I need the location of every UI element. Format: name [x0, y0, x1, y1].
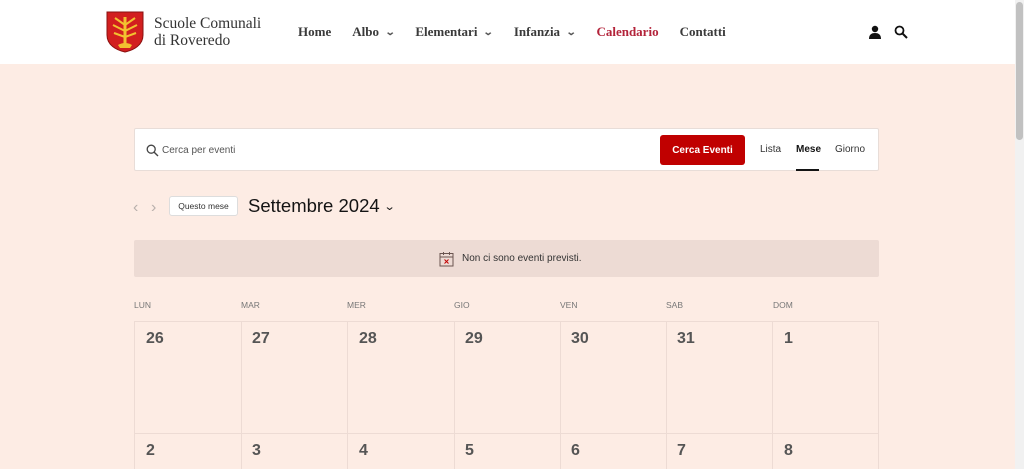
- calendar-grid-line: [772, 322, 773, 469]
- calendar-day[interactable]: 6: [571, 442, 580, 460]
- weekday-label: VEN: [560, 300, 578, 310]
- calendar-day[interactable]: 8: [784, 442, 793, 460]
- nav-contatti[interactable]: Contatti: [680, 24, 726, 40]
- nav-infanzia-label: Infanzia: [513, 24, 561, 39]
- nav-albo-label: Albo: [352, 24, 379, 39]
- calendar-day[interactable]: 26: [146, 330, 164, 348]
- chevron-down-icon: ⌄: [383, 200, 396, 213]
- chevron-down-icon: ⌄: [384, 26, 396, 38]
- search-events-button[interactable]: Cerca Eventi: [660, 135, 745, 165]
- nav-calendario[interactable]: Calendario: [596, 24, 658, 40]
- nav-contatti-label: Contatti: [679, 24, 726, 39]
- nav-home-label: Home: [298, 24, 332, 39]
- month-selector[interactable]: Settembre 2024 ⌄: [248, 195, 396, 217]
- active-view-indicator: [796, 169, 819, 171]
- calendar-grid-line: [454, 322, 455, 469]
- chevron-down-icon: ⌄: [483, 26, 495, 38]
- weekday-label: SAB: [666, 300, 684, 310]
- next-month-arrow-icon[interactable]: ›: [151, 199, 156, 217]
- nav-elementari[interactable]: Elementari ⌄: [415, 24, 495, 40]
- nav-elementari-label: Elementari: [415, 24, 478, 39]
- notice-text: Non ci sono eventi previsti.: [462, 253, 582, 264]
- crest-icon: [106, 11, 144, 53]
- calendar-day[interactable]: 30: [571, 330, 589, 348]
- site-name-line2: di Roveredo: [154, 32, 231, 49]
- nav-albo[interactable]: Albo ⌄: [352, 24, 396, 40]
- this-month-button[interactable]: Questo mese: [169, 196, 238, 216]
- calendar-x-icon: [439, 252, 454, 267]
- no-events-notice: Non ci sono eventi previsti.: [134, 240, 879, 277]
- prev-month-arrow-icon[interactable]: ‹: [133, 199, 138, 217]
- search-icon: [146, 144, 159, 157]
- calendar-day[interactable]: 4: [359, 442, 368, 460]
- page-scrollbar[interactable]: [1015, 0, 1024, 469]
- calendar-day[interactable]: 29: [465, 330, 483, 348]
- calendar-grid-line: [134, 321, 879, 322]
- chevron-down-icon: ⌄: [565, 26, 577, 38]
- calendar-grid-line: [560, 322, 561, 469]
- month-title: Settembre 2024: [248, 195, 380, 216]
- event-search-input[interactable]: [162, 141, 612, 159]
- calendar-day[interactable]: 1: [784, 330, 793, 348]
- event-search-bar: Cerca Eventi Lista Mese Giorno: [134, 128, 879, 171]
- calendar-grid-line: [666, 322, 667, 469]
- nav-home[interactable]: Home: [298, 24, 331, 40]
- calendar-day[interactable]: 2: [146, 442, 155, 460]
- calendar-day[interactable]: 3: [252, 442, 261, 460]
- calendar-day[interactable]: 5: [465, 442, 474, 460]
- scrollbar-thumb[interactable]: [1016, 2, 1023, 140]
- weekday-label: DOM: [773, 300, 793, 310]
- view-giorno[interactable]: Giorno: [835, 144, 865, 155]
- calendar-grid-line: [878, 322, 879, 469]
- nav-infanzia[interactable]: Infanzia ⌄: [513, 24, 577, 40]
- site-name: Scuole Comunali di Roveredo: [154, 15, 261, 49]
- user-icon[interactable]: [868, 25, 882, 39]
- view-lista[interactable]: Lista: [760, 144, 781, 155]
- weekday-label: MER: [347, 300, 366, 310]
- calendar-grid-line: [134, 322, 135, 469]
- main-nav: Home Albo ⌄ Elementari ⌄ Infanzia ⌄ Cale…: [298, 24, 747, 40]
- calendar-grid-line: [347, 322, 348, 469]
- calendar-day[interactable]: 27: [252, 330, 270, 348]
- site-name-line1: Scuole Comunali: [154, 15, 262, 32]
- nav-calendario-label: Calendario: [596, 24, 659, 39]
- weekday-label: LUN: [134, 300, 152, 310]
- search-icon[interactable]: [894, 25, 908, 39]
- site-logo[interactable]: Scuole Comunali di Roveredo: [106, 11, 261, 53]
- calendar-day[interactable]: 28: [359, 330, 377, 348]
- calendar-grid-line: [134, 433, 879, 434]
- calendar-day[interactable]: 31: [677, 330, 695, 348]
- calendar-day[interactable]: 7: [677, 442, 686, 460]
- weekday-label: GIO: [454, 300, 470, 310]
- view-mese[interactable]: Mese: [796, 144, 821, 155]
- calendar-grid-line: [241, 322, 242, 469]
- site-header: Scuole Comunali di Roveredo Home Albo ⌄ …: [0, 0, 1015, 64]
- weekday-label: MAR: [241, 300, 260, 310]
